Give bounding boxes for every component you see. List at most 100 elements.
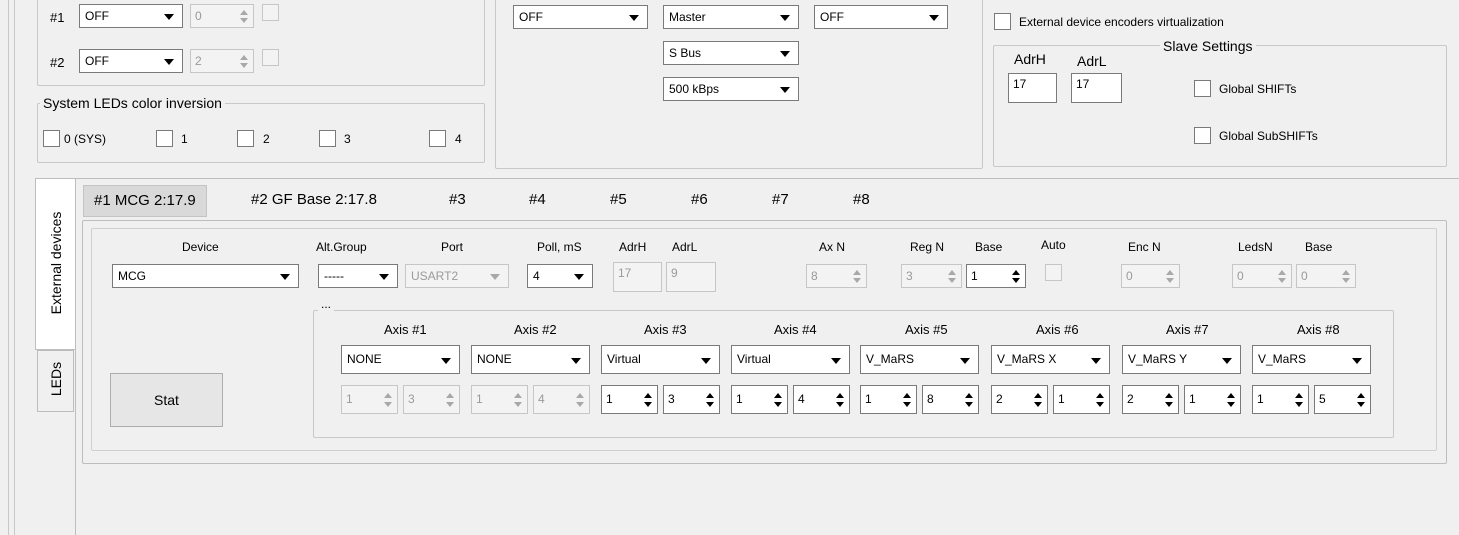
spin-up-icon [1165,393,1173,398]
sys-led-checkbox-1[interactable] [156,130,173,147]
device-tab-3[interactable]: #3 [449,191,466,209]
spin-down-icon [948,278,956,283]
row2-spinner[interactable]: 2 [190,49,254,73]
ext-virt-checkbox[interactable] [994,13,1011,30]
global-subshifts-checkbox[interactable] [1194,127,1211,144]
row2-checkbox[interactable] [262,49,279,66]
auto-checkbox[interactable] [1045,264,1062,281]
spin-down-icon [514,402,522,407]
axis-spinner-b[interactable]: 3 [663,385,720,414]
axis-spinner-b[interactable]: 8 [922,385,979,414]
row2-mode-combo[interactable]: OFF [79,49,183,73]
row1-checkbox[interactable] [262,4,279,21]
axis-spinner-a[interactable]: 1 [601,385,658,414]
axis-spinner-b[interactable]: 1 [1184,385,1241,414]
spin-down-icon [384,402,392,407]
bus-master-combo[interactable]: Master [663,5,799,29]
axis-spinner-a[interactable]: 1 [341,385,398,414]
axis-spinner-b[interactable]: 4 [793,385,850,414]
axis-spinner-a[interactable]: 1 [860,385,917,414]
axis-spinner-a[interactable]: 1 [471,385,528,414]
axis-spinner-a[interactable]: 2 [1122,385,1179,414]
axis-spinner-b[interactable]: 5 [1314,385,1371,414]
axis-spinner-b-value: 8 [927,392,934,406]
axis-type-combo[interactable]: NONE [341,345,460,374]
axn-spinner[interactable]: 8 [806,264,867,288]
side-tab-external-devices[interactable]: External devices [35,178,76,350]
axis-type-combo[interactable]: Virtual [731,345,850,374]
device-tab-5[interactable]: #5 [610,191,627,209]
axis-spinner-a[interactable]: 1 [1252,385,1309,414]
base-spinner[interactable]: 1 [966,264,1026,288]
axis-type-combo[interactable]: V_MaRS Y [1122,345,1241,374]
device-tab-1[interactable]: #1 MCG 2:17.9 [83,185,207,217]
sys-led-label-1: 1 [181,132,188,146]
bus-type-combo[interactable]: S Bus [663,41,799,65]
row1-mode-combo[interactable]: OFF [79,4,183,28]
device-tab-4[interactable]: #4 [529,191,546,209]
ledsn-spinner[interactable]: 0 [1232,264,1292,288]
sys-led-checkbox-0[interactable] [43,130,60,147]
spin-down-icon [1357,402,1365,407]
alt-group-combo[interactable]: ----- [318,264,398,288]
adrh-input[interactable]: 17 [613,262,662,292]
chevron-down-icon [780,15,790,21]
poll-combo[interactable]: 4 [527,264,593,288]
axis-spinner-b[interactable]: 1 [1053,385,1110,414]
axis-spinner-b[interactable]: 3 [403,385,460,414]
axis-type-combo[interactable]: NONE [471,345,590,374]
axis-spinner-a[interactable]: 2 [991,385,1048,414]
axis-spinner-a-value: 1 [865,392,872,406]
device-combo[interactable]: MCG [112,264,299,288]
header-axn: Ax N [819,240,846,254]
slave-settings-group [993,45,1447,167]
base2-spinner[interactable]: 0 [1296,264,1356,288]
chevron-down-icon [1352,358,1362,364]
device-tab-6[interactable]: #6 [691,191,708,209]
spin-up-icon [1034,393,1042,398]
axis-type-value: V_MaRS [866,352,915,366]
bus-speed-combo[interactable]: 500 kBps [663,77,799,101]
sys-led-checkbox-4[interactable] [429,130,446,147]
global-shifts-checkbox[interactable] [1194,80,1211,97]
port-combo[interactable]: USART2 [405,264,509,288]
chevron-down-icon [490,274,500,280]
adrl-input[interactable]: 9 [666,262,716,292]
header-ledsn: LedsN [1238,240,1273,254]
axis-spinner-a-value: 1 [1257,392,1264,406]
side-tab-leds[interactable]: LEDs [37,350,74,412]
axis-spinner-a-value: 1 [346,392,353,406]
regn-spinner[interactable]: 3 [901,264,962,288]
side-tab-leds-label: LEDs [48,361,64,397]
header-adrh: AdrH [619,240,647,254]
axis-label: Axis #4 [774,322,817,337]
spin-down-icon [1012,278,1020,283]
axis-spinner-a[interactable]: 1 [731,385,788,414]
bus-combo-c[interactable]: OFF [814,5,948,29]
axis-type-combo[interactable]: V_MaRS X [991,345,1110,374]
device-tab-7[interactable]: #7 [772,191,789,209]
axis-spinner-b[interactable]: 4 [533,385,590,414]
axis-type-combo[interactable]: Virtual [601,345,720,374]
axes-group [313,310,1394,438]
slave-adrh-input[interactable]: 17 [1008,73,1057,103]
stat-button[interactable]: Stat [110,373,223,427]
slave-adrl-input[interactable]: 17 [1071,73,1122,103]
bus-master-value: Master [669,10,706,24]
device-tab-2[interactable]: #2 GF Base 2:17.8 [251,191,377,209]
spin-down-icon [240,63,248,68]
sys-led-checkbox-2[interactable] [237,130,254,147]
device-tab-8[interactable]: #8 [853,191,870,209]
spin-up-icon [384,393,392,398]
bus-type-value: S Bus [669,46,702,60]
header-regn: Reg N [910,240,945,254]
encn-spinner[interactable]: 0 [1121,264,1180,288]
row1-label: #1 [50,10,65,25]
sys-led-checkbox-3[interactable] [319,130,336,147]
bus-combo-a[interactable]: OFF [513,5,648,29]
row1-spinner[interactable]: 0 [190,4,254,28]
axis-spinner-b-value: 4 [538,392,545,406]
axis-type-combo[interactable]: V_MaRS [1252,345,1371,374]
axis-type-combo[interactable]: V_MaRS [860,345,979,374]
chevron-down-icon [441,358,451,364]
